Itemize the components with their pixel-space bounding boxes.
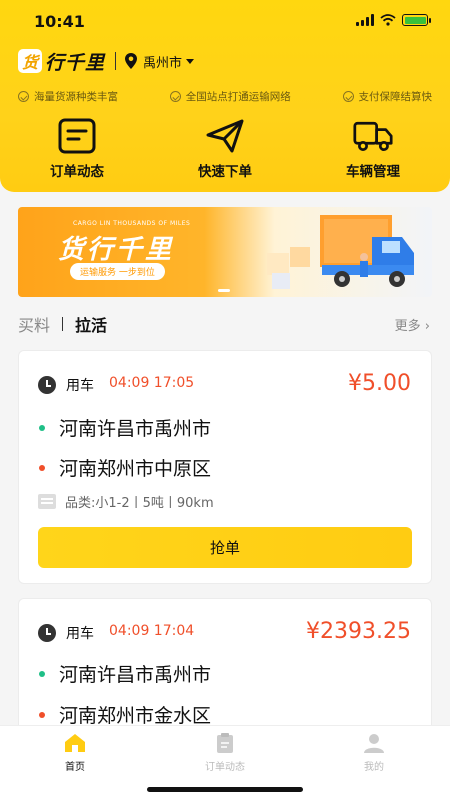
check-circle-icon: [342, 91, 354, 102]
promo-banner[interactable]: CARGO LIN THOUSANDS OF MILES 货行千里 运输服务 一…: [18, 207, 432, 297]
feature-item: 全国站点打通运输网络: [169, 89, 291, 104]
city-selector[interactable]: 禹州市: [143, 52, 182, 71]
clock-icon: [38, 624, 56, 642]
grab-order-button[interactable]: 抢单: [38, 527, 412, 568]
vehicle-management-button[interactable]: 车辆管理: [318, 118, 428, 180]
brand-logo-mark: 货: [18, 49, 42, 73]
destination-dot: [39, 465, 45, 471]
order-cargo-info: 品类:小1-2丨5吨丨90km: [65, 496, 214, 511]
status-bar: 10:41: [0, 0, 450, 44]
nav-label: 我的: [364, 762, 384, 773]
tab-pull-job[interactable]: 拉活: [75, 312, 107, 336]
brand-logo-text: 行千里: [45, 51, 106, 74]
status-icons: [356, 14, 431, 26]
origin-dot: [39, 425, 45, 431]
feature-item: 海量货源种类丰富: [18, 89, 118, 104]
clock-icon: [38, 376, 56, 394]
origin-dot: [39, 671, 45, 677]
nav-label: 订单动态: [205, 762, 245, 773]
nav-orders[interactable]: 订单动态: [180, 732, 270, 773]
chevron-right-icon: ›: [424, 319, 430, 334]
tab-buy-material[interactable]: 买料: [18, 312, 50, 336]
user-icon: [364, 734, 384, 753]
location-pin-icon: [125, 53, 138, 69]
nav-home[interactable]: 首页: [30, 732, 120, 773]
wifi-icon: [380, 14, 396, 26]
more-label: 更多: [394, 319, 421, 334]
paper-plane-icon: [206, 119, 244, 153]
feature-label: 支付保障结算快: [358, 91, 433, 103]
banner-title: 货行千里: [58, 235, 175, 265]
check-circle-icon: [18, 91, 29, 102]
order-destination: 河南郑州市中原区: [59, 458, 212, 480]
feature-label: 海量货源种类丰富: [34, 91, 118, 103]
order-status-button[interactable]: 订单动态: [22, 118, 132, 180]
brand-divider: [115, 52, 117, 70]
order-time: 04:09 17:04: [109, 623, 195, 639]
battery-icon: [402, 14, 431, 26]
home-icon: [65, 734, 85, 752]
order-time: 04:09 17:05: [109, 375, 195, 391]
document-icon: [58, 118, 96, 154]
feature-label: 全国站点打通运输网络: [185, 91, 291, 103]
cargo-list-icon: [38, 494, 56, 509]
feature-item: 支付保障结算快: [342, 89, 433, 104]
tab-divider: [62, 317, 64, 331]
feature-list: 海量货源种类丰富 全国站点打通运输网络 支付保障结算快: [18, 89, 432, 104]
home-indicator: [147, 787, 303, 792]
order-price: ¥5.00: [348, 371, 411, 396]
more-link[interactable]: 更多 ›: [395, 315, 430, 334]
clipboard-icon: [217, 733, 233, 753]
order-use-label: 用车: [66, 378, 94, 394]
quick-action-label: 订单动态: [50, 164, 104, 180]
order-price: ¥2393.25: [306, 619, 411, 644]
destination-dot: [39, 712, 45, 718]
banner-slogan: 运输服务 一步到位: [70, 263, 165, 280]
order-card[interactable]: 用车 04:09 17:05 ¥5.00 河南许昌市禹州市 河南郑州市中原区 品…: [18, 350, 432, 584]
check-circle-icon: [169, 91, 181, 102]
quick-action-label: 快速下单: [198, 164, 252, 180]
banner-small-text: CARGO LIN THOUSANDS OF MILES: [73, 220, 191, 227]
chevron-down-icon[interactable]: [186, 58, 195, 64]
quick-actions: 订单动态 快速下单 车辆管理: [0, 118, 450, 184]
banner-pagination-dot: [218, 289, 230, 292]
nav-profile[interactable]: 我的: [329, 732, 419, 773]
status-time: 10:41: [34, 12, 85, 31]
delivery-truck-illustration: [267, 215, 414, 289]
header: 10:41 货 行千里 禹州市 海量货源种类丰富 全国站点打通运输网络 支付保障…: [0, 0, 450, 192]
order-use-label: 用车: [66, 626, 94, 642]
order-origin: 河南许昌市禹州市: [59, 418, 212, 440]
truck-icon: [353, 121, 393, 151]
brand-row: 货 行千里 禹州市: [18, 48, 195, 74]
quick-action-label: 车辆管理: [346, 164, 400, 180]
section-tabs: 买料 拉活 更多 ›: [18, 312, 432, 336]
quick-order-button[interactable]: 快速下单: [170, 118, 280, 180]
order-destination: 河南郑州市金水区: [59, 705, 212, 727]
order-origin: 河南许昌市禹州市: [59, 664, 212, 686]
signal-icon: [356, 14, 374, 26]
nav-label: 首页: [65, 762, 85, 773]
